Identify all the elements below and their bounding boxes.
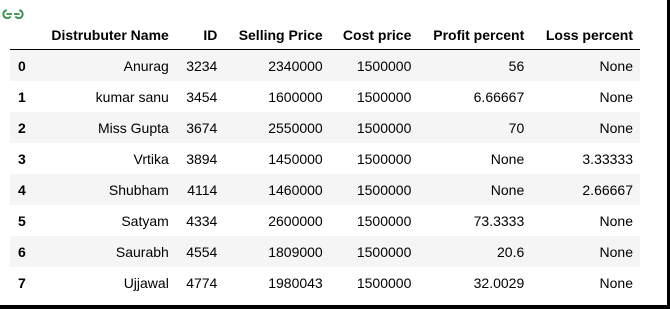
row-index: 2 [18,119,26,136]
dataframe-table: Distrubuter Name ID Selling Price Cost pric… [10,22,640,298]
table-cell: 3454 [186,88,218,105]
table-cell: 1809000 [268,243,323,260]
table-cell: 1500000 [356,119,412,136]
column-header: ID [175,22,225,50]
column-header: Distrubuter Name [34,22,176,50]
table-cell: 2600000 [268,212,323,229]
table-cell: 1460000 [268,181,323,198]
row-index: 4 [18,181,26,198]
table-cell: 3234 [186,57,218,74]
column-header: Cost price [329,22,419,50]
table-cell: 3674 [186,119,218,136]
table-cell: 4554 [186,243,218,260]
table-row: 0 Anurag 3234 2340000 1500000 56 None [10,49,640,81]
table-body: 0 Anurag 3234 2340000 1500000 56 None 1 kumar sa… [10,49,640,298]
row-index: 6 [18,243,26,260]
table-cell: 6.66667 [473,88,525,105]
table-cell: None [599,88,633,105]
table-row: 6 Saurabh 4554 1809000 1500000 20.6 None [10,236,640,267]
table-cell: None [599,119,633,136]
table-cell: 20.6 [497,243,525,260]
table-cell: 4334 [186,212,218,229]
table-cell: 1500000 [356,181,412,198]
table-row: 5 Satyam 4334 2600000 1500000 73.3333 None [10,205,640,236]
table-cell: 73.3333 [473,212,525,229]
table-cell: 4774 [186,274,218,291]
table-cell: 2550000 [268,119,323,136]
table-cell: None [599,243,633,260]
table-cell: 1450000 [268,150,323,167]
row-index: 1 [18,88,26,105]
table-cell: None [599,274,633,291]
header-row: Distrubuter Name ID Selling Price Cost pric… [10,22,640,50]
table-row: 7 Ujjawal 4774 1980043 1500000 32.0029 None [10,267,640,298]
table-cell: Anurag [123,57,169,74]
column-header: Selling Price [224,22,330,50]
table-row: 2 Miss Gupta 3674 2550000 1500000 70 None [10,112,640,143]
table-cell: 3894 [186,150,218,167]
table-cell: None [490,150,525,167]
gfg-logo-icon [2,8,24,20]
column-header: Loss percent [531,22,640,50]
table-cell: Shubham [108,181,169,198]
table-cell: kumar sanu [95,88,169,105]
table-cell: 3.33333 [582,150,633,167]
table-cell: Miss Gupta [98,119,169,136]
table-cell: Vrtika [133,150,169,167]
table-cell: 1500000 [356,212,412,229]
table-cell: 1600000 [268,88,323,105]
table-header: Distrubuter Name ID Selling Price Cost pric… [10,22,640,50]
table-row: 1 kumar sanu 3454 1600000 1500000 6.66667 None [10,81,640,112]
table-cell: 2340000 [268,57,323,74]
table-cell: 56 [508,57,525,74]
column-header: Profit percent [418,22,532,50]
table-cell: Satyam [121,212,169,229]
row-index: 7 [18,274,26,291]
row-index: 0 [18,57,26,74]
table-cell: 2.66667 [582,181,633,198]
table-cell: None [599,212,633,229]
table-cell: 1500000 [356,57,412,74]
row-index: 5 [18,212,26,229]
table-cell: Saurabh [115,243,169,260]
table-cell: 1500000 [356,150,412,167]
table-cell: 70 [508,119,525,136]
table-row: 4 Shubham 4114 1460000 1500000 None 2.66667 [10,174,640,205]
table-cell: 1500000 [356,88,412,105]
table-cell: 1980043 [268,274,323,291]
table-cell: 1500000 [356,274,412,291]
table-cell: None [599,57,633,74]
row-index: 3 [18,150,26,167]
table-cell: 1500000 [356,243,412,260]
table-cell: Ujjawal [123,274,169,291]
table-cell: None [490,181,525,198]
table-cell: 32.0029 [473,274,525,291]
table-cell: 4114 [187,181,218,198]
index-header [10,22,35,50]
table-row: 3 Vrtika 3894 1450000 1500000 None 3.33333 [10,143,640,174]
